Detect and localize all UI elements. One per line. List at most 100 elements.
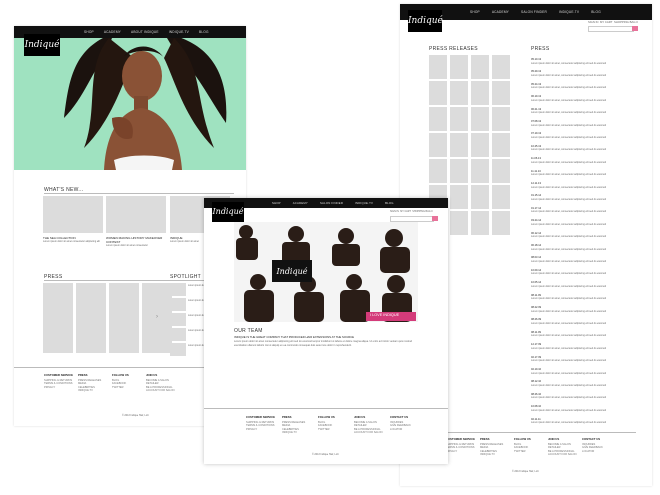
right-nav-blog[interactable]: BLOG — [591, 10, 601, 14]
press-item-text[interactable]: Lorem ipsum dolor sit amet, consectetur … — [531, 235, 606, 239]
press-item-text[interactable]: Lorem ipsum dolor sit amet, consectetur … — [531, 148, 606, 152]
press-item-text[interactable]: Lorem ipsum dolor sit amet, consectetur … — [531, 86, 606, 90]
center-nav-salon[interactable]: SALON FINDER — [320, 201, 343, 205]
press-item-text[interactable]: Lorem ipsum dolor sit amet, consectetur … — [531, 210, 606, 214]
press-release-thumb[interactable] — [471, 133, 489, 157]
press-release-thumb[interactable] — [492, 133, 510, 157]
press-release-thumb[interactable] — [450, 55, 468, 79]
footer-link[interactable]: INDIQUE.TV — [480, 453, 503, 457]
press-thumb-3[interactable] — [109, 283, 139, 353]
spotlight-thumb[interactable] — [170, 283, 186, 296]
press-item-text[interactable]: Lorem ipsum dolor sit amet, consectetur … — [531, 272, 606, 276]
nav-blog[interactable]: BLOG — [199, 30, 209, 34]
right-logo[interactable]: Indiqué — [408, 10, 443, 32]
press-release-thumb[interactable] — [450, 107, 468, 131]
footer-link[interactable]: PRIVACY — [44, 386, 73, 390]
press-thumb-1[interactable] — [43, 283, 73, 353]
press-release-thumb[interactable] — [450, 133, 468, 157]
spotlight-thumb[interactable] — [170, 343, 186, 356]
press-item-text[interactable]: Lorem ipsum dolor sit amet, consectetur … — [531, 421, 606, 425]
press-next-arrow[interactable]: › — [156, 314, 158, 320]
center-nav-tv[interactable]: INDIQUE.TV — [355, 201, 373, 205]
press-release-thumb[interactable] — [429, 159, 447, 183]
footer-link[interactable]: TWITTER — [112, 386, 129, 390]
press-release-thumb[interactable] — [492, 107, 510, 131]
press-item-text[interactable]: Lorem ipsum dolor sit amet, consectetur … — [531, 384, 606, 388]
press-item-text[interactable]: Lorem ipsum dolor sit amet, consectetur … — [531, 111, 606, 115]
press-item-text[interactable]: Lorem ipsum dolor sit amet, consectetur … — [531, 396, 606, 400]
center-nav-academy[interactable]: ACADEMY — [293, 201, 308, 205]
press-release-thumb[interactable] — [492, 211, 510, 235]
nav-shop[interactable]: SHOP — [84, 30, 94, 34]
right-nav-academy[interactable]: ACADEMY — [492, 10, 509, 14]
press-item-text[interactable]: Lorem ipsum dolor sit amet, consectetur … — [531, 62, 606, 66]
press-item-text[interactable]: Lorem ipsum dolor sit amet, consectetur … — [531, 260, 606, 264]
press-item-text[interactable]: Lorem ipsum dolor sit amet, consectetur … — [531, 186, 606, 190]
press-release-thumb[interactable] — [471, 211, 489, 235]
press-item-text[interactable]: Lorem ipsum dolor sit amet, consectetur … — [531, 322, 606, 326]
nav-academy[interactable]: ACADEMY — [104, 30, 121, 34]
press-item-text[interactable]: Lorem ipsum dolor sit amet, consectetur … — [531, 74, 606, 78]
center-sign-in[interactable]: SIGN IN — [390, 210, 399, 213]
press-item-text[interactable]: Lorem ipsum dolor sit amet, consectetur … — [531, 161, 606, 165]
press-item-text[interactable]: Lorem ipsum dolor sit amet, consectetur … — [531, 409, 606, 413]
center-search-button[interactable] — [432, 216, 438, 221]
footer-link[interactable]: LOCATOR — [390, 428, 411, 432]
press-release-thumb[interactable] — [471, 107, 489, 131]
press-thumb-2[interactable] — [76, 283, 106, 353]
press-item-text[interactable]: Lorem ipsum dolor sit amet, consectetur … — [531, 297, 606, 301]
footer-link[interactable]: PRIVACY — [446, 450, 475, 454]
spotlight-thumb[interactable] — [170, 298, 186, 311]
press-item-text[interactable]: Lorem ipsum dolor sit amet, consectetur … — [531, 223, 606, 227]
press-release-thumb[interactable] — [471, 81, 489, 105]
spotlight-thumb[interactable] — [170, 328, 186, 341]
right-search-button[interactable] — [632, 26, 638, 31]
press-release-thumb[interactable] — [492, 185, 510, 209]
footer-link[interactable]: ACCOUNT FOR SALON — [354, 431, 383, 435]
right-nav-tv[interactable]: INDIQUE.TV — [559, 10, 579, 14]
spotlight-thumb[interactable] — [170, 313, 186, 326]
press-item-text[interactable]: Lorem ipsum dolor sit amet, consectetur … — [531, 99, 606, 103]
center-logo[interactable]: Indiqué — [212, 202, 244, 222]
press-item-text[interactable]: Lorem ipsum dolor sit amet, consectetur … — [531, 248, 606, 252]
press-item-text[interactable]: Lorem ipsum dolor sit amet, consectetur … — [531, 198, 606, 202]
footer-link[interactable]: LOCATOR — [582, 450, 603, 454]
shopping-bag-link[interactable]: SHOPPING BAG 0 — [614, 20, 638, 24]
center-my-cart[interactable]: MY CART — [400, 210, 411, 213]
footer-link[interactable]: TWITTER — [318, 428, 335, 432]
press-release-thumb[interactable] — [492, 81, 510, 105]
press-item-text[interactable]: Lorem ipsum dolor sit amet, consectetur … — [531, 359, 606, 363]
right-nav-shop[interactable]: SHOP — [470, 10, 480, 14]
nav-about[interactable]: ABOUT INDIQUE — [131, 30, 159, 34]
footer-link[interactable]: ACCOUNT FOR SALON — [146, 389, 175, 393]
nav-tv[interactable]: INDIQUE.TV — [169, 30, 189, 34]
center-nav-blog[interactable]: BLOG — [385, 201, 394, 205]
right-nav-salon[interactable]: SALON FINDER — [521, 10, 547, 14]
press-release-thumb[interactable] — [450, 81, 468, 105]
press-release-thumb[interactable] — [429, 81, 447, 105]
press-item-text[interactable]: Lorem ipsum dolor sit amet, consectetur … — [531, 334, 606, 338]
press-item-text[interactable]: Lorem ipsum dolor sit amet, consectetur … — [531, 136, 606, 140]
press-release-thumb[interactable] — [450, 185, 468, 209]
press-release-thumb[interactable] — [492, 55, 510, 79]
press-release-thumb[interactable] — [450, 211, 468, 235]
press-release-thumb[interactable] — [471, 159, 489, 183]
center-nav-shop[interactable]: SHOP — [272, 201, 281, 205]
sign-in-link[interactable]: SIGN IN — [588, 20, 598, 24]
press-release-thumb[interactable] — [429, 55, 447, 79]
press-item-text[interactable]: Lorem ipsum dolor sit amet, consectetur … — [531, 347, 606, 351]
press-release-thumb[interactable] — [471, 185, 489, 209]
news-card-image-2[interactable] — [106, 196, 166, 233]
press-item-text[interactable]: Lorem ipsum dolor sit amet, consectetur … — [531, 285, 606, 289]
footer-link[interactable]: TWITTER — [514, 450, 531, 454]
press-release-thumb[interactable] — [450, 159, 468, 183]
press-item-text[interactable]: Lorem ipsum dolor sit amet, consectetur … — [531, 372, 606, 376]
news-card-image-1[interactable] — [43, 196, 103, 233]
footer-link[interactable]: INDIQUE.TV — [78, 389, 101, 393]
press-item-text[interactable]: Lorem ipsum dolor sit amet, consectetur … — [531, 173, 606, 177]
center-shopping-bag[interactable]: SHOPPING BAG 0 — [412, 210, 432, 213]
footer-link[interactable]: ACCOUNT FOR SALON — [548, 453, 577, 457]
right-search-input[interactable] — [588, 26, 634, 32]
footer-link[interactable]: PRIVACY — [246, 428, 275, 432]
press-item-text[interactable]: Lorem ipsum dolor sit amet, consectetur … — [531, 124, 606, 128]
